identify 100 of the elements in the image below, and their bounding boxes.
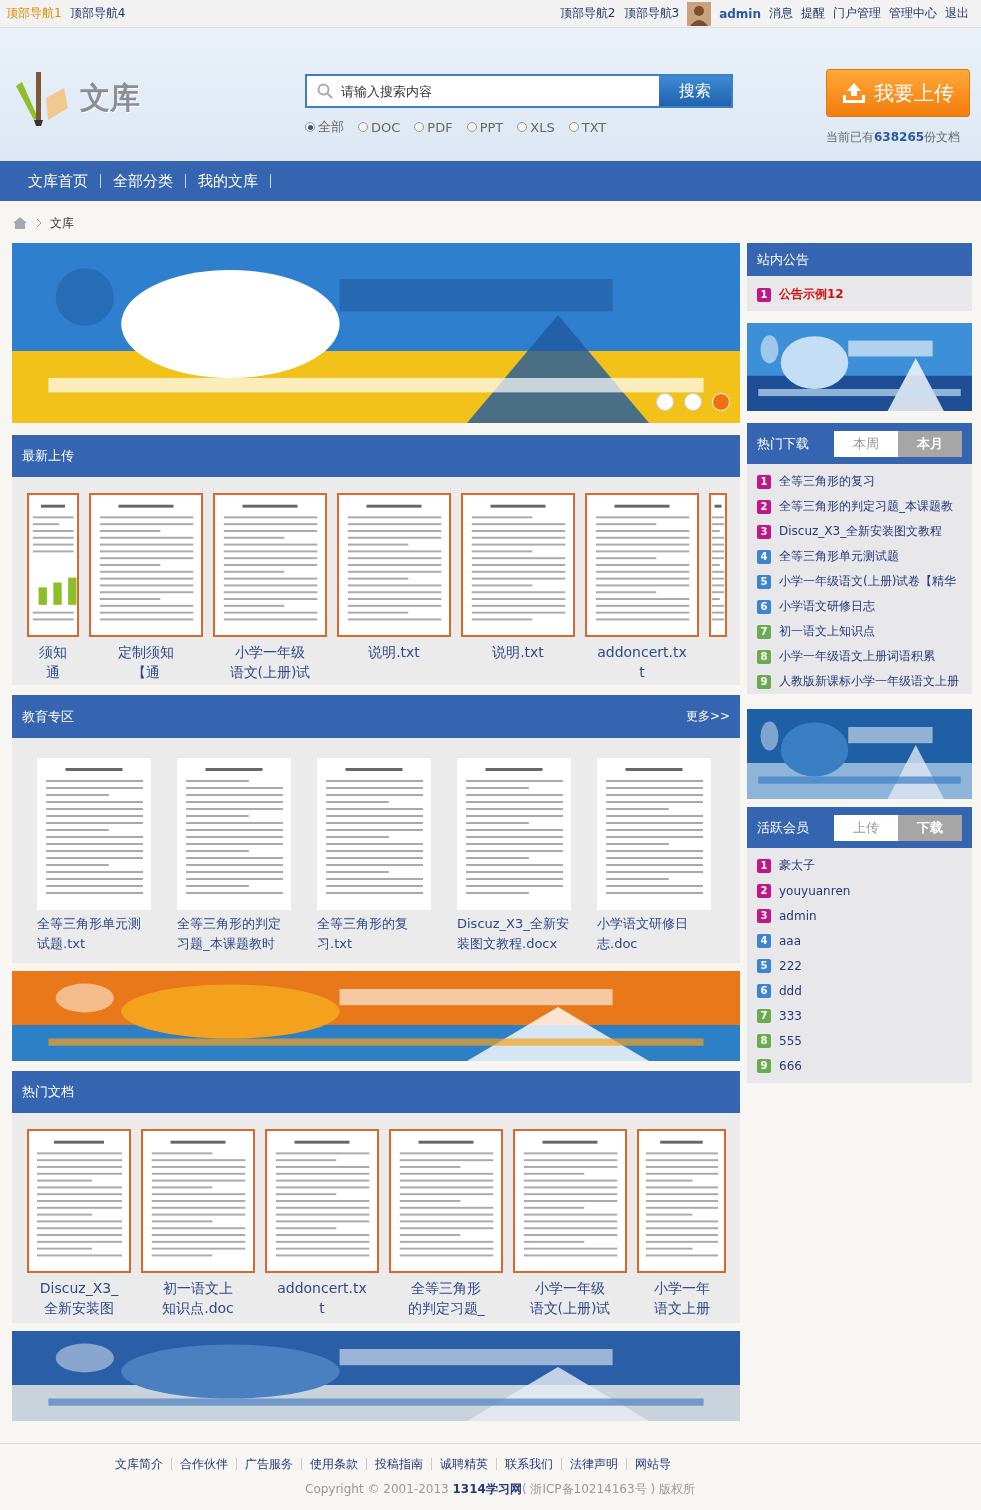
- search-icon: [317, 83, 333, 99]
- list-link[interactable]: 小学语文研修日志: [779, 598, 875, 615]
- list-link[interactable]: ddd: [779, 983, 802, 998]
- document-title[interactable]: 全等三角形单元测 试题.txt: [37, 914, 151, 954]
- file-type-radio[interactable]: XLS: [517, 118, 555, 136]
- document-thumbnail[interactable]: [337, 493, 451, 637]
- footer-link[interactable]: 广告服务: [236, 1458, 301, 1470]
- file-type-radio[interactable]: TXT: [568, 118, 607, 136]
- document-thumbnail[interactable]: [457, 758, 571, 910]
- avatar-icon[interactable]: [687, 1, 712, 26]
- rank-badge: 5: [757, 574, 771, 589]
- document-thumbnail[interactable]: [389, 1129, 503, 1273]
- list-link[interactable]: youyuanren: [779, 883, 851, 898]
- footer-link[interactable]: 合作伙伴: [171, 1458, 236, 1470]
- search-field[interactable]: 请输入搜索内容 搜索: [305, 74, 733, 108]
- document-thumbnail[interactable]: [37, 758, 151, 910]
- top-nav-link[interactable]: 顶部导航4: [69, 5, 126, 22]
- document-title[interactable]: 小学一年级 语文(上册)试: [529, 1278, 611, 1318]
- file-type-radio[interactable]: DOC: [358, 118, 401, 136]
- footer-link[interactable]: 使用条款: [301, 1458, 366, 1470]
- top-nav-link[interactable]: 退出: [945, 5, 969, 22]
- rank-badge: 6: [757, 599, 771, 614]
- rank-badge: 4: [757, 933, 771, 948]
- document-thumbnail[interactable]: [637, 1129, 726, 1273]
- section-title: 站内公告: [757, 250, 809, 269]
- rank-badge: 7: [757, 1008, 771, 1023]
- document-thumbnail[interactable]: [141, 1129, 255, 1273]
- document-title[interactable]: Discuz_X3_全新安 装图文教程.docx: [457, 914, 571, 954]
- nav-link[interactable]: 文库首页: [16, 174, 101, 188]
- document-title[interactable]: 小学一年 语文上册: [653, 1278, 710, 1318]
- top-nav-link[interactable]: 顶部导航3: [623, 5, 680, 22]
- rank-badge: 3: [757, 908, 771, 923]
- list-link[interactable]: 555: [779, 1033, 802, 1048]
- breadcrumb-item[interactable]: 文库: [50, 214, 74, 232]
- footer-link[interactable]: 网站导: [626, 1458, 679, 1470]
- list-link[interactable]: 全等三角形的判定习题_本课题教: [779, 498, 953, 515]
- list-link[interactable]: 小学一年级语文上册词语积累: [779, 648, 935, 665]
- document-title[interactable]: 小学一年级 语文(上册)试: [229, 642, 311, 682]
- file-type-radio[interactable]: PPT: [466, 118, 504, 136]
- document-thumbnail[interactable]: [265, 1129, 379, 1273]
- top-nav-link[interactable]: 提醒: [801, 5, 825, 22]
- document-title[interactable]: 说明.txt: [368, 642, 420, 662]
- document-title[interactable]: 全等三角形的判定 习题_本课题教时: [177, 914, 291, 954]
- footer-link[interactable]: 投稿指南: [366, 1458, 431, 1470]
- document-thumbnail[interactable]: [27, 493, 79, 637]
- document-thumbnail[interactable]: [27, 1129, 131, 1273]
- list-link[interactable]: 人教版新课标小学一年级语文上册: [779, 673, 959, 690]
- top-nav-link[interactable]: 顶部导航2: [559, 5, 616, 22]
- list-link[interactable]: 小学一年级语文(上册)试卷【精华: [779, 573, 957, 590]
- list-link[interactable]: 全等三角形单元测试题: [779, 548, 899, 565]
- username-link[interactable]: admin: [719, 6, 761, 21]
- more-link[interactable]: 更多>>: [685, 708, 730, 725]
- document-title[interactable]: addoncert.tx t: [597, 642, 687, 682]
- document-thumbnail[interactable]: [597, 758, 711, 910]
- search-button[interactable]: 搜索: [659, 76, 731, 106]
- copyright-text: Copyright © 2001-2013 1314学习网( 浙ICP备10214163号 ) 版权所: [305, 1481, 696, 1498]
- footer-link[interactable]: 文库简介: [115, 1458, 171, 1470]
- section-title: 热门文档: [22, 1083, 74, 1101]
- document-title[interactable]: 全等三角形的复 习.txt: [317, 914, 431, 954]
- document-thumbnail[interactable]: [177, 758, 291, 910]
- document-thumbnail[interactable]: [513, 1129, 627, 1273]
- nav-link[interactable]: 全部分类: [101, 174, 186, 188]
- document-title[interactable]: 定制须知 【通: [118, 642, 174, 682]
- list-link[interactable]: 222: [779, 958, 802, 973]
- document-title[interactable]: 全等三角形 的判定习题_: [407, 1278, 485, 1318]
- rank-badge: 9: [757, 1058, 771, 1073]
- document-thumbnail[interactable]: [585, 493, 699, 637]
- footer-link[interactable]: 诚聘精英: [431, 1458, 496, 1470]
- list-link[interactable]: 666: [779, 1058, 802, 1073]
- file-type-radio[interactable]: PDF: [414, 118, 453, 136]
- list-link[interactable]: 豪太子: [779, 857, 815, 874]
- list-link[interactable]: 333: [779, 1008, 802, 1023]
- document-thumbnail[interactable]: [709, 493, 727, 637]
- footer-link[interactable]: 联系我们: [496, 1458, 561, 1470]
- nav-link[interactable]: 我的文库: [186, 174, 271, 188]
- document-title[interactable]: addoncert.tx t: [277, 1278, 367, 1318]
- list-link[interactable]: Discuz_X3_全新安装图文教程: [779, 523, 943, 540]
- list-link[interactable]: admin: [779, 908, 817, 923]
- rank-badge: 8: [757, 649, 771, 664]
- top-nav-link[interactable]: 门户管理: [833, 5, 881, 22]
- top-nav-link[interactable]: 管理中心: [889, 5, 937, 22]
- notice-link[interactable]: 公告示例12: [779, 286, 844, 303]
- list-link[interactable]: aaa: [779, 933, 802, 948]
- document-thumbnail[interactable]: [89, 493, 203, 637]
- rank-badge: 1: [757, 858, 771, 873]
- file-type-radio[interactable]: 全部: [305, 118, 344, 136]
- document-title[interactable]: 须知 通: [39, 642, 67, 682]
- document-title[interactable]: 说明.txt: [492, 642, 544, 662]
- document-thumbnail[interactable]: [317, 758, 431, 910]
- footer-link[interactable]: 法律声明: [561, 1458, 626, 1470]
- document-title[interactable]: 小学语文研修日 志.doc: [597, 914, 711, 954]
- list-link[interactable]: 初一语文上知识点: [779, 623, 875, 640]
- top-nav-link[interactable]: 消息: [769, 5, 793, 22]
- rank-badge: 9: [757, 674, 771, 689]
- list-link[interactable]: 全等三角形的复习: [779, 473, 875, 490]
- document-title[interactable]: 初一语文上 知识点.doc: [162, 1278, 234, 1318]
- home-icon[interactable]: [12, 216, 28, 230]
- document-title[interactable]: Discuz_X3_ 全新安装图: [39, 1278, 119, 1318]
- document-thumbnail[interactable]: [461, 493, 575, 637]
- document-thumbnail[interactable]: [213, 493, 327, 637]
